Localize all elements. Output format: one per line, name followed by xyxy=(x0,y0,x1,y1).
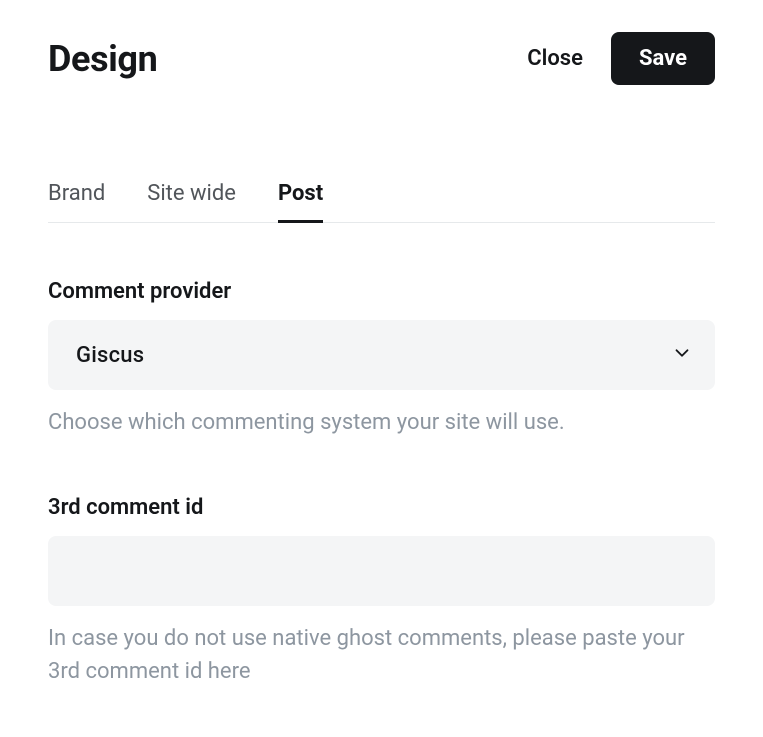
tab-post[interactable]: Post xyxy=(278,181,323,222)
third-comment-id-label: 3rd comment id xyxy=(48,495,715,520)
header-actions: Close Save xyxy=(527,32,715,85)
page-header: Design Close Save xyxy=(48,32,715,85)
close-button[interactable]: Close xyxy=(527,46,583,71)
tab-brand[interactable]: Brand xyxy=(48,181,105,222)
third-comment-id-help: In case you do not use native ghost comm… xyxy=(48,622,715,688)
third-comment-id-input[interactable] xyxy=(48,536,715,606)
tab-site-wide[interactable]: Site wide xyxy=(147,181,236,222)
field-comment-provider: Comment provider Giscus Choose which com… xyxy=(48,279,715,439)
design-settings-page: Design Close Save Brand Site wide Post C… xyxy=(0,0,763,688)
save-button[interactable]: Save xyxy=(611,32,715,85)
comment-provider-label: Comment provider xyxy=(48,279,715,304)
comment-provider-select[interactable]: Giscus xyxy=(48,320,715,390)
page-title: Design xyxy=(48,38,157,80)
comment-provider-help: Choose which commenting system your site… xyxy=(48,406,715,439)
field-third-comment-id: 3rd comment id In case you do not use na… xyxy=(48,495,715,688)
design-tabs: Brand Site wide Post xyxy=(48,181,715,223)
comment-provider-select-wrap: Giscus xyxy=(48,320,715,390)
